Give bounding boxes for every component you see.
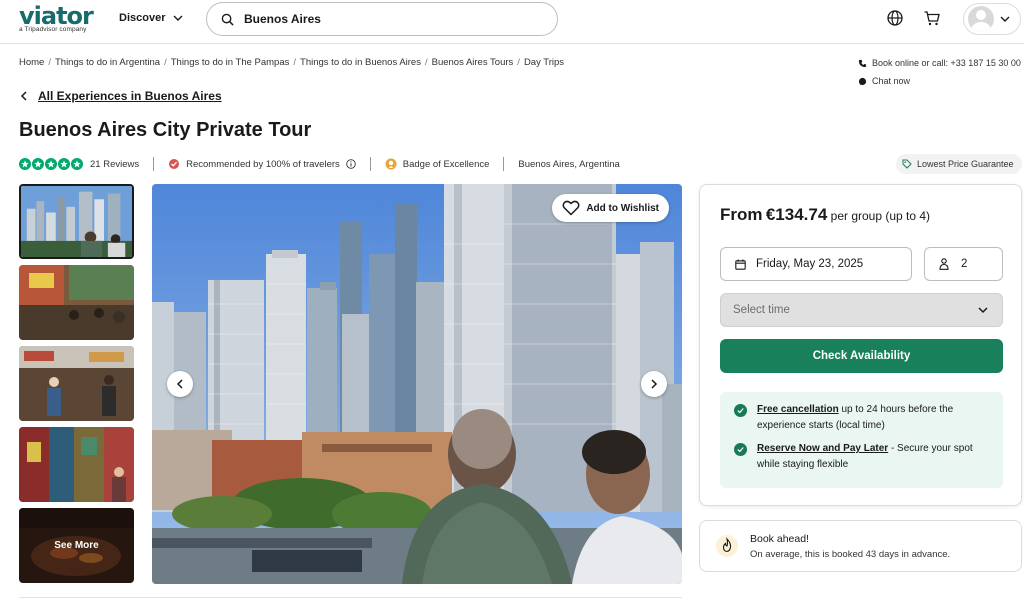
breadcrumb-buenos-aires[interactable]: Things to do in Buenos Aires [300,57,421,68]
viator-logo[interactable]: viator a Tripadvisor company [19,2,94,33]
person-icon [939,258,949,270]
date-picker[interactable]: Friday, May 23, 2025 [720,247,912,281]
divider [503,157,505,171]
page-title: Buenos Aires City Private Tour [19,119,312,141]
chevron-down-icon [173,15,183,21]
breadcrumb: Home / Things to do in Argentina / Things … [19,57,565,68]
search-input[interactable]: Buenos Aires [206,2,558,36]
price-line: From €134.74 per group (up to 4) [720,205,930,225]
market-photo-thumb [19,346,134,421]
fire-icon [716,535,738,557]
account-menu[interactable] [963,3,1021,35]
gallery-thumbnail-2[interactable] [19,265,134,340]
skyline-photo-thumb [21,186,132,257]
gallery-thumbnail-3[interactable] [19,346,134,421]
heart-icon [562,200,580,216]
lowest-price-guarantee[interactable]: Lowest Price Guarantee [896,154,1022,174]
breadcrumb-day-trips[interactable]: Day Trips [524,57,564,68]
main-gallery-image[interactable]: Add to Wishlist [152,184,682,584]
badge-text: Badge of Excellence [402,158,490,170]
back-link-label: All Experiences in Buenos Aires [38,89,222,103]
phone-contact[interactable]: Book online or call: +33 187 15 30 00 [858,57,1021,69]
divider [153,157,155,171]
search-icon [221,13,234,26]
check-availability-button[interactable]: Check Availability [720,339,1003,373]
calendar-icon [735,259,746,270]
previous-image-button[interactable] [167,371,193,397]
chat-icon [858,77,867,85]
star-icon [19,158,31,170]
chevron-down-icon [1000,16,1010,22]
time-placeholder: Select time [733,304,790,316]
recommended-text: Recommended by 100% of travelers [186,158,340,170]
logo-text: viator [19,2,94,30]
traveler-count-picker[interactable]: 2 [924,247,1003,281]
breadcrumb-argentina[interactable]: Things to do in Argentina [55,57,160,68]
shop-photo-thumb [19,427,134,502]
breadcrumb-pampas[interactable]: Things to do in The Pampas [171,57,290,68]
booking-perks: Free cancellation up to 24 hours before … [720,392,1003,488]
gallery-thumbnail-1[interactable] [19,184,134,259]
tag-icon [902,159,912,169]
price-prefix: From [720,205,763,224]
chevron-left-icon [176,379,183,389]
chat-contact[interactable]: Chat now [858,75,1021,87]
star-icon [32,158,44,170]
divider [19,597,682,598]
star-icon [58,158,70,170]
top-header: viator a Tripadvisor company Discover Bu… [0,0,1024,44]
reserve-now-link[interactable]: Reserve Now and Pay Later [757,443,888,454]
discover-menu[interactable]: Discover [119,12,183,24]
info-icon[interactable] [346,159,356,169]
price-suffix: per group (up to 4) [830,209,931,223]
logo-subtitle: a Tripadvisor company [19,26,87,33]
booking-card: From €134.74 per group (up to 4) Friday,… [699,184,1022,506]
perk-free-cancellation: Free cancellation up to 24 hours before … [734,402,989,434]
time-select[interactable]: Select time [720,293,1003,327]
badge-of-excellence-icon [385,158,397,170]
check-circle-icon [734,443,747,456]
free-cancellation-link[interactable]: Free cancellation [757,404,839,415]
location-text: Buenos Aires, Argentina [518,158,620,170]
chevron-left-icon [20,91,27,101]
breadcrumb-home[interactable]: Home [19,57,44,68]
phone-label: Book online or call: +33 187 15 30 00 [872,58,1021,68]
star-icon [45,158,57,170]
phone-icon [858,59,867,67]
gallery-thumbnail-4[interactable] [19,427,134,502]
avatar [968,6,994,32]
globe-icon[interactable] [886,9,904,27]
review-count[interactable]: 21 Reviews [90,159,139,170]
back-link[interactable]: All Experiences in Buenos Aires [20,89,222,103]
street-photo-thumb [19,265,134,340]
traveler-count: 2 [961,258,968,270]
next-image-button[interactable] [641,371,667,397]
book-ahead-title: Book ahead! [750,532,809,545]
perk-reserve-now: Reserve Now and Pay Later - Secure your … [734,441,989,473]
chevron-down-icon [978,307,988,314]
gallery-thumbnail-5[interactable]: See More [19,508,134,583]
breadcrumb-tours[interactable]: Buenos Aires Tours [432,57,514,68]
star-icon [71,158,83,170]
discover-label: Discover [119,12,166,24]
price-amount: €134.74 [765,205,828,224]
wishlist-label: Add to Wishlist [586,202,659,214]
check-circle-icon [734,404,747,417]
search-value: Buenos Aires [244,12,321,26]
selected-date: Friday, May 23, 2025 [756,258,864,270]
book-ahead-text: On average, this is booked 43 days in ad… [750,548,951,560]
buenos-aires-skyline-photo [152,184,682,584]
chat-label: Chat now [872,76,911,86]
lowest-price-label: Lowest Price Guarantee [917,159,1014,169]
cart-icon[interactable] [923,9,941,27]
add-to-wishlist-button[interactable]: Add to Wishlist [552,194,669,222]
divider [369,157,371,171]
recommend-icon [169,159,180,169]
book-ahead-card: Book ahead! On average, this is booked 4… [699,520,1022,572]
contact-info: Book online or call: +33 187 15 30 00 Ch… [858,57,1021,93]
chevron-right-icon [651,379,658,389]
rating-stars[interactable] [19,158,83,170]
meta-row: 21 Reviews Recommended by 100% of travel… [19,156,620,172]
see-more-label[interactable]: See More [19,508,134,583]
